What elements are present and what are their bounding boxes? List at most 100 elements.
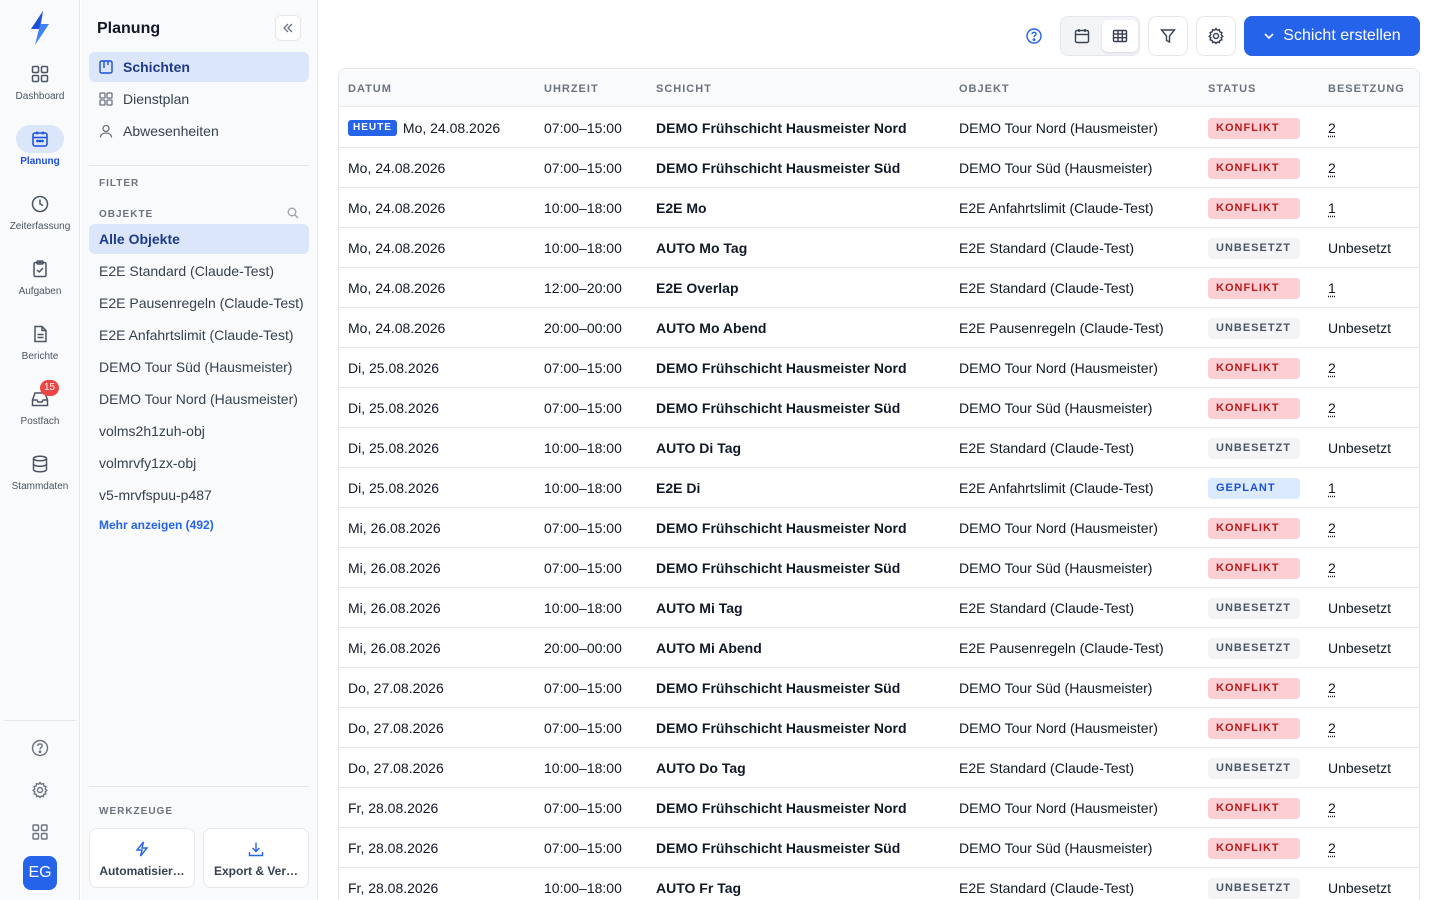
rail-item-berichte[interactable]: Berichte <box>0 320 80 376</box>
object-cell: E2E Anfahrtslimit (Claude-Test) <box>959 200 1154 216</box>
object-filter-item[interactable]: E2E Standard (Claude-Test) <box>89 256 309 286</box>
occupancy-cell[interactable]: 2 <box>1328 788 1336 828</box>
occupancy-cell[interactable]: 1 <box>1328 188 1336 228</box>
sidebar-item-abwesenheiten[interactable]: Abwesenheiten <box>89 116 309 146</box>
rail-item-stammdaten[interactable]: Stammdaten <box>0 450 80 506</box>
object-filter-item[interactable]: v5-mrvfspuu-p487 <box>89 480 309 510</box>
time-cell: 07:00–15:00 <box>544 800 622 816</box>
rail-item-zeiterfassung[interactable]: Zeiterfassung <box>0 190 80 246</box>
user-avatar[interactable]: EG <box>23 856 57 890</box>
column-header-date[interactable]: DATUM <box>348 83 392 95</box>
column-header-time[interactable]: UHRZEIT <box>544 83 599 95</box>
today-badge: HEUTE <box>348 120 397 137</box>
column-header-shift[interactable]: SCHICHT <box>656 83 712 95</box>
table-row[interactable]: Di, 25.08.2026 07:00–15:00 DEMO Frühschich… <box>339 348 1419 388</box>
rail-item-postfach[interactable]: 15 Postfach <box>0 380 80 441</box>
rail-item-aufgaben[interactable]: Aufgaben <box>0 255 80 311</box>
object-filter-item[interactable]: Alle Objekte <box>89 224 309 254</box>
gear-icon <box>1208 27 1224 45</box>
date-text: Mi, 26.08.2026 <box>348 560 441 576</box>
sidebar-item-schichten[interactable]: Schichten <box>89 52 309 82</box>
lightning-icon <box>135 841 149 857</box>
object-filter-item[interactable]: volms2h1zuh-obj <box>89 416 309 446</box>
occupancy-cell[interactable]: 2 <box>1328 548 1336 588</box>
settings-gear-icon[interactable] <box>28 778 52 802</box>
grid-icon <box>99 92 113 106</box>
table-row[interactable]: Mi, 26.08.2026 10:00–18:00 AUTO Mi Tag E2E … <box>339 588 1419 628</box>
object-filter-item[interactable]: DEMO Tour Nord (Hausmeister) <box>89 384 309 414</box>
table-row[interactable]: HEUTE Mo, 24.08.2026 07:00–15:00 DEMO Frühs… <box>339 108 1419 148</box>
search-icon[interactable] <box>287 206 299 222</box>
status-badge: UNBESETZT <box>1208 638 1300 659</box>
occupancy-cell: Unbesetzt <box>1328 880 1392 896</box>
column-header-object[interactable]: OBJEKT <box>959 83 1010 95</box>
sidebar-item-dienstplan[interactable]: Dienstplan <box>89 84 309 114</box>
help-circle-icon[interactable] <box>1024 26 1044 49</box>
app-rail: Dashboard Planung Zeiterfassung Aufgaben… <box>0 0 80 900</box>
table-row[interactable]: Di, 25.08.2026 10:00–18:00 AUTO Di Tag E2E … <box>339 428 1419 468</box>
apps-grid-icon[interactable] <box>28 820 52 844</box>
chevron-down-icon <box>1264 33 1274 40</box>
status-badge: KONFLIKT <box>1208 198 1300 219</box>
occupancy-cell[interactable]: 1 <box>1328 268 1336 308</box>
table-row[interactable]: Fr, 28.08.2026 07:00–15:00 DEMO Frühschich… <box>339 788 1419 828</box>
calendar-view-button[interactable] <box>1064 20 1100 52</box>
object-filter-item[interactable]: E2E Pausenregeln (Claude-Test) <box>89 288 309 318</box>
object-cell: E2E Standard (Claude-Test) <box>959 600 1135 616</box>
date-text: Mo, 24.08.2026 <box>348 320 446 336</box>
object-cell: E2E Standard (Claude-Test) <box>959 440 1135 456</box>
settings-button[interactable] <box>1196 16 1236 56</box>
table-row[interactable]: Mo, 24.08.2026 12:00–20:00 E2E Overlap E2E … <box>339 268 1419 308</box>
occupancy-cell[interactable]: 1 <box>1328 468 1336 508</box>
occupancy-cell[interactable]: 2 <box>1328 828 1336 868</box>
table-row[interactable]: Mo, 24.08.2026 07:00–15:00 DEMO Frühschich… <box>339 148 1419 188</box>
table-row[interactable]: Di, 25.08.2026 07:00–15:00 DEMO Frühschich… <box>339 388 1419 428</box>
occupancy-cell: Unbesetzt <box>1328 440 1392 456</box>
column-header-status[interactable]: STATUS <box>1208 83 1256 95</box>
occupancy-cell[interactable]: 2 <box>1328 708 1336 748</box>
table-row[interactable]: Fr, 28.08.2026 07:00–15:00 DEMO Frühschich… <box>339 828 1419 868</box>
table-row[interactable]: Mi, 26.08.2026 07:00–15:00 DEMO Frühschich… <box>339 548 1419 588</box>
object-cell: DEMO Tour Nord (Hausmeister) <box>959 720 1158 736</box>
table-row[interactable]: Mi, 26.08.2026 20:00–00:00 AUTO Mi Abend E2… <box>339 628 1419 668</box>
document-icon <box>16 320 64 348</box>
occupancy-cell[interactable]: 2 <box>1328 388 1336 428</box>
create-shift-button[interactable]: Schicht erstellen <box>1244 16 1420 56</box>
table-row[interactable]: Do, 27.08.2026 07:00–15:00 DEMO Frühschich… <box>339 668 1419 708</box>
column-header-occupancy[interactable]: BESETZUNG <box>1328 83 1405 95</box>
table-view-button[interactable] <box>1102 20 1138 52</box>
object-filter-item[interactable]: E2E Anfahrtslimit (Claude-Test) <box>89 320 309 350</box>
occupancy-cell[interactable]: 2 <box>1328 148 1336 188</box>
occupancy-cell[interactable]: 2 <box>1328 668 1336 708</box>
object-filter-item[interactable]: volmrvfy1zx-obj <box>89 448 309 478</box>
occupancy-cell[interactable]: 2 <box>1328 108 1336 148</box>
date-cell: Di, 25.08.2026 <box>348 348 439 388</box>
export-button[interactable]: Export & Ver… <box>203 828 309 888</box>
app-logo-icon[interactable] <box>26 10 54 46</box>
help-icon[interactable] <box>28 736 52 760</box>
table-row[interactable]: Mi, 26.08.2026 07:00–15:00 DEMO Frühschich… <box>339 508 1419 548</box>
time-cell: 07:00–15:00 <box>544 160 622 176</box>
object-filter-item[interactable]: DEMO Tour Süd (Hausmeister) <box>89 352 309 382</box>
object-cell: DEMO Tour Nord (Hausmeister) <box>959 360 1158 376</box>
filter-button[interactable] <box>1148 16 1188 56</box>
occupancy-cell[interactable]: 2 <box>1328 348 1336 388</box>
show-more-link[interactable]: Mehr anzeigen (492) <box>99 518 214 532</box>
table-row[interactable]: Do, 27.08.2026 07:00–15:00 DEMO Frühschich… <box>339 708 1419 748</box>
table-row[interactable]: Mo, 24.08.2026 10:00–18:00 AUTO Mo Tag E2E … <box>339 228 1419 268</box>
occupancy-cell[interactable]: 2 <box>1328 508 1336 548</box>
automation-button[interactable]: Automatisier… <box>89 828 195 888</box>
table-row[interactable]: Mo, 24.08.2026 20:00–00:00 AUTO Mo Abend E2… <box>339 308 1419 348</box>
collapse-sidebar-button[interactable] <box>275 15 301 41</box>
object-cell: DEMO Tour Süd (Hausmeister) <box>959 840 1153 856</box>
table-row[interactable]: Do, 27.08.2026 10:00–18:00 AUTO Do Tag E2E … <box>339 748 1419 788</box>
date-text: Di, 25.08.2026 <box>348 360 440 376</box>
date-cell: Fr, 28.08.2026 <box>348 828 438 868</box>
rail-item-planung[interactable]: Planung <box>0 125 80 181</box>
table-row[interactable]: Mo, 24.08.2026 10:00–18:00 E2E Mo E2E Anfah… <box>339 188 1419 228</box>
shift-name-cell: DEMO Frühschicht Hausmeister Süd <box>656 840 901 856</box>
table-row[interactable]: Fr, 28.08.2026 10:00–18:00 AUTO Fr Tag E2E … <box>339 868 1419 900</box>
rail-item-dashboard[interactable]: Dashboard <box>0 60 80 116</box>
sidebar-item-label: Dienstplan <box>123 91 190 107</box>
table-row[interactable]: Di, 25.08.2026 10:00–18:00 E2E Di E2E Anfah… <box>339 468 1419 508</box>
